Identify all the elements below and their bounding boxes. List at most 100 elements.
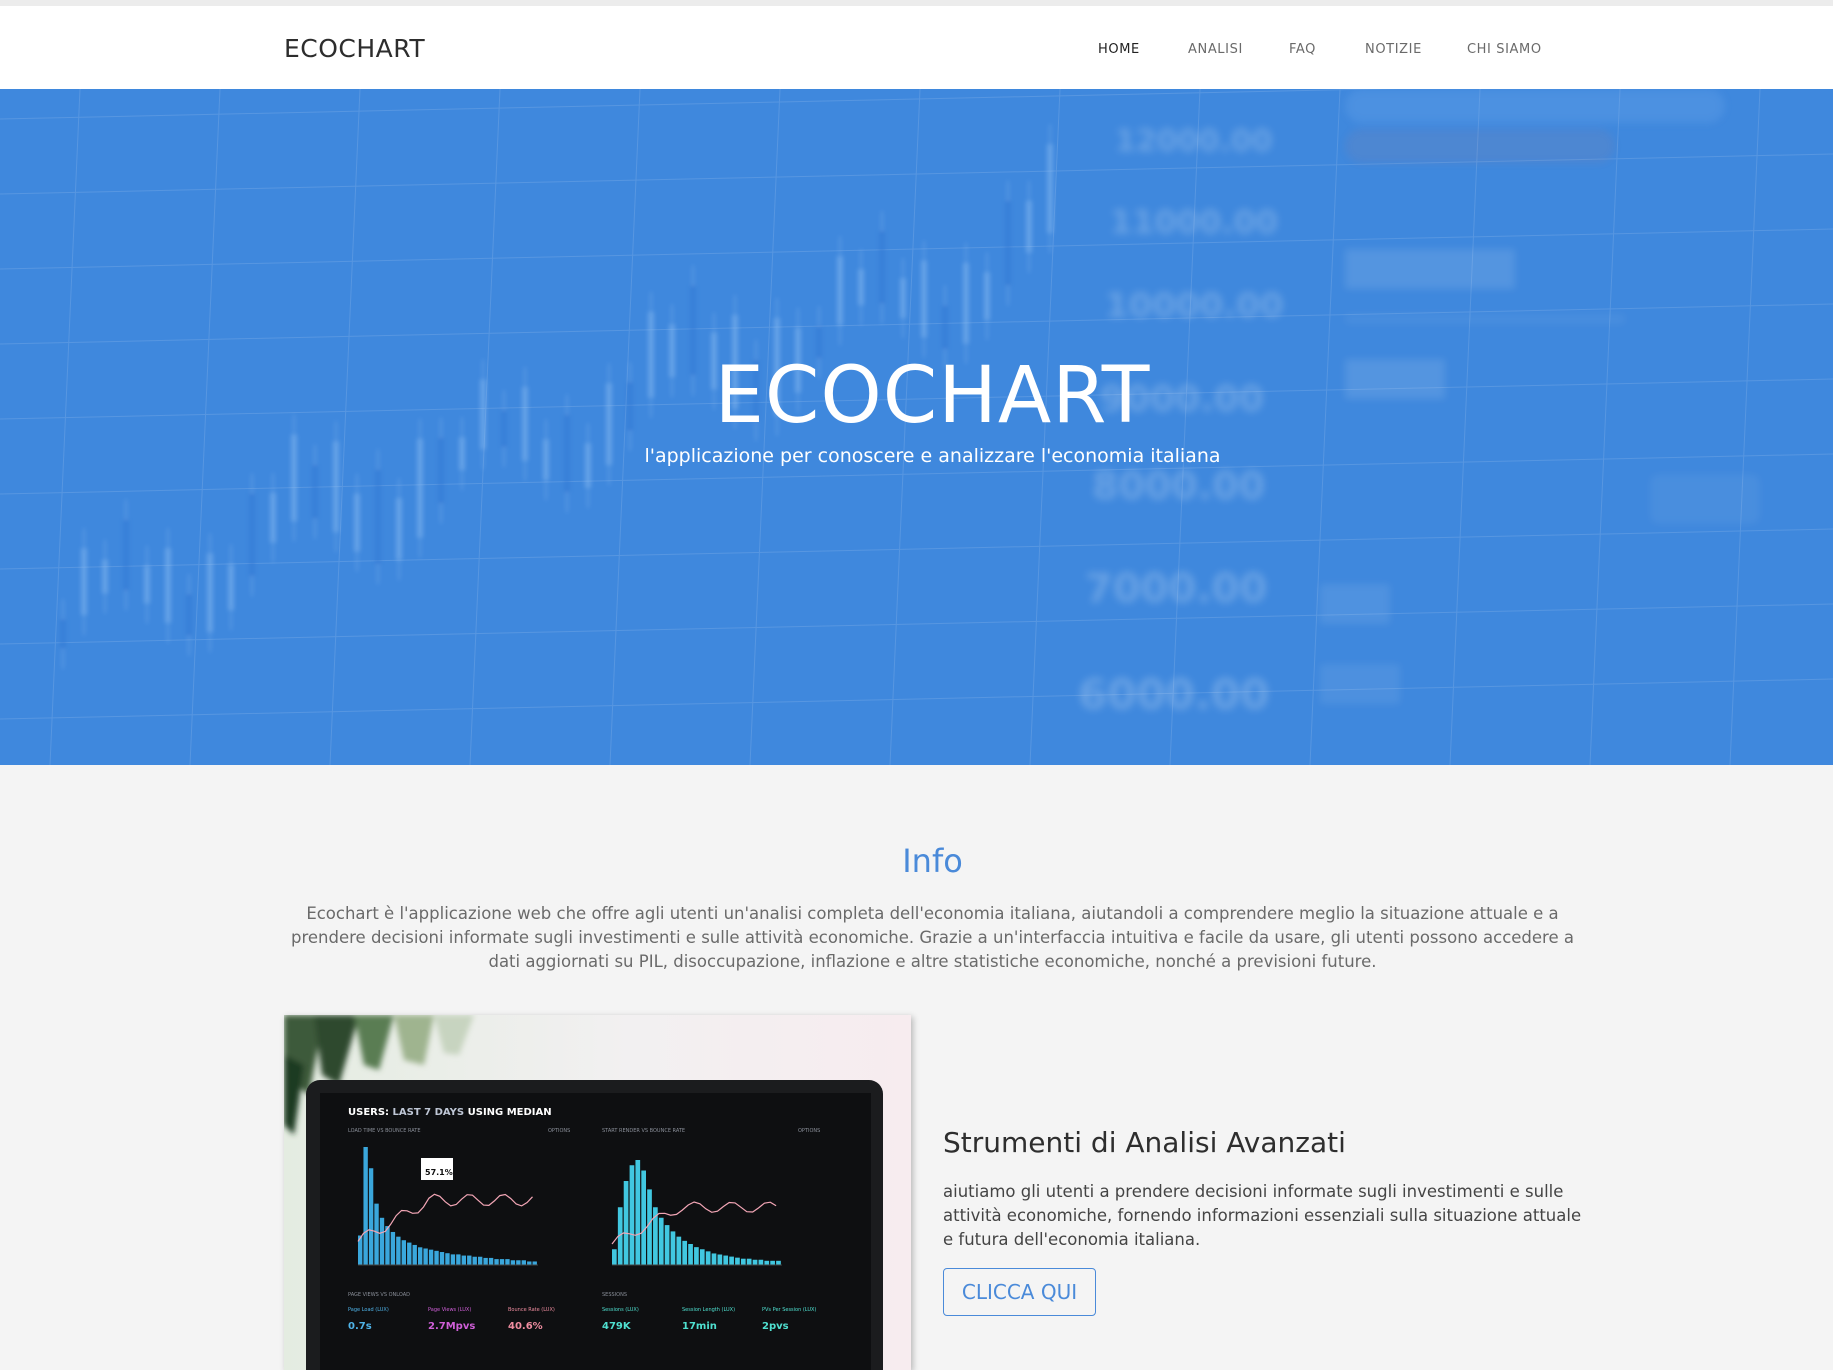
candle-body: [921, 260, 927, 338]
svg-text:START RENDER VS BOUNCE RATE: START RENDER VS BOUNCE RATE: [602, 1128, 685, 1134]
candle-body: [354, 493, 360, 552]
candle-body: [123, 519, 129, 591]
nav-home[interactable]: HOME: [1098, 42, 1140, 57]
grid-line: [0, 678, 1833, 720]
histogram-bar: [428, 1249, 434, 1265]
laptop-illustration: USERS: LAST 7 DAYS USING MEDIAN LOAD TIM…: [284, 1015, 883, 1370]
stat-value: 40.6%: [508, 1321, 543, 1332]
candle-body: [102, 559, 108, 594]
histogram-bar: [423, 1248, 428, 1265]
svg-text:6000.00: 6000.00: [1078, 670, 1269, 719]
clicca-qui-button[interactable]: CLICCA QUI: [943, 1268, 1096, 1316]
candle-body: [1026, 200, 1032, 253]
histogram-bar: [764, 1260, 770, 1265]
candle-body: [228, 564, 234, 611]
feature-text: aiutiamo gli utenti a prendere decisioni…: [943, 1182, 1582, 1249]
svg-text:OPTIONS: OPTIONS: [548, 1128, 570, 1134]
histogram-bar: [499, 1259, 505, 1265]
histogram-bar: [612, 1249, 617, 1265]
candle-body: [375, 469, 381, 565]
grid-line: [0, 228, 1833, 270]
histogram-bar: [682, 1240, 688, 1265]
hero-banner: 12000.00 11000.00 10000.00 9000.00 8000.…: [0, 89, 1833, 765]
stat-label: Page Views (LUX): [428, 1307, 471, 1313]
histogram-bar: [418, 1247, 423, 1265]
svg-text:PAGE VIEWS VS ONLOAD: PAGE VIEWS VS ONLOAD: [348, 1292, 410, 1298]
histogram-bar: [363, 1147, 368, 1265]
histogram-bar: [488, 1257, 494, 1265]
nav-chi-siamo[interactable]: CHI SIAMO: [1467, 42, 1542, 57]
histogram-bar: [483, 1257, 488, 1265]
candle-body: [1047, 144, 1053, 234]
histogram-bar: [676, 1236, 682, 1265]
stat-label: Session Length (LUX): [682, 1307, 735, 1313]
histogram-bar: [740, 1258, 746, 1265]
histogram-bar: [670, 1231, 676, 1265]
candle-body: [207, 553, 213, 633]
histogram-bar: [641, 1170, 646, 1265]
histogram-bar: [379, 1217, 385, 1265]
info-text: Ecochart è l'applicazione web che offre …: [291, 904, 1574, 971]
candle-body: [963, 262, 969, 344]
histogram-bar: [729, 1256, 734, 1265]
histogram-bar: [694, 1247, 699, 1265]
candle-body: [858, 269, 864, 306]
svg-text:USERS: LAST 7 DAYS USING MEDIA: USERS: LAST 7 DAYS USING MEDIAN: [348, 1107, 552, 1118]
svg-text:7000.00: 7000.00: [1085, 566, 1267, 612]
svg-text:10000.00: 10000.00: [1105, 286, 1284, 326]
histogram-bar: [746, 1258, 752, 1265]
svg-text:11000.00: 11000.00: [1110, 203, 1278, 241]
histogram-bar: [758, 1259, 764, 1265]
histogram-bar: [456, 1254, 461, 1265]
svg-text:8000.00: 8000.00: [1092, 464, 1265, 508]
histogram-bar: [664, 1225, 670, 1265]
histogram-bar: [412, 1244, 417, 1265]
candle-body: [900, 278, 906, 319]
nav-notizie[interactable]: NOTIZIE: [1365, 42, 1422, 57]
histogram-bar: [445, 1253, 450, 1265]
histogram-bar: [467, 1255, 472, 1265]
stat-value: 17min: [682, 1321, 717, 1332]
brand-logo[interactable]: ECOCHART: [284, 34, 425, 63]
histogram-bar: [770, 1260, 775, 1265]
histogram-bar: [711, 1253, 717, 1265]
feature-title: Strumenti di Analisi Avanzati: [943, 1126, 1346, 1159]
histogram-bar: [629, 1165, 635, 1265]
stat-value: 2.7Mpvs: [428, 1321, 475, 1332]
histogram-bar: [396, 1236, 401, 1265]
histogram-bar: [623, 1181, 629, 1265]
candle-body: [942, 305, 948, 350]
histogram-bar: [635, 1160, 641, 1265]
stat-label: Sessions (LUX): [602, 1307, 639, 1313]
laptop-dashboard-image: USERS: LAST 7 DAYS USING MEDIAN LOAD TIM…: [284, 1015, 911, 1370]
histogram-bar: [505, 1259, 510, 1265]
stat-label: Bounce Rate (LUX): [508, 1307, 555, 1313]
candle-body: [312, 464, 318, 519]
histogram-bar: [510, 1260, 516, 1265]
histogram-bar: [401, 1240, 406, 1265]
candle-body: [144, 565, 150, 604]
histogram-bar: [705, 1251, 711, 1265]
histogram-bar: [699, 1249, 705, 1265]
svg-text:SESSIONS: SESSIONS: [602, 1292, 627, 1298]
grid-line: [0, 603, 1833, 645]
candle-body: [249, 493, 255, 577]
info-title: Info: [902, 842, 963, 880]
histogram-bar: [658, 1217, 664, 1265]
svg-text:LOAD TIME VS BOUNCE RATE: LOAD TIME VS BOUNCE RATE: [348, 1128, 421, 1134]
histogram-bar: [494, 1259, 499, 1265]
candle-body: [165, 548, 171, 624]
nav-faq[interactable]: FAQ: [1289, 42, 1316, 57]
stat-value: 479K: [602, 1321, 632, 1332]
nav-analisi[interactable]: ANALISI: [1188, 42, 1243, 57]
histogram-bar: [407, 1242, 412, 1265]
histogram-bar: [450, 1254, 456, 1265]
histogram-bar: [516, 1260, 521, 1265]
candle-body: [984, 272, 990, 321]
stat-value: 0.7s: [348, 1321, 372, 1332]
svg-text:12000.00: 12000.00: [1115, 124, 1273, 159]
stat-value: 2pvs: [762, 1321, 789, 1332]
histogram-bar: [385, 1226, 390, 1265]
histogram-bar: [752, 1259, 758, 1265]
histogram-bar: [390, 1231, 396, 1265]
